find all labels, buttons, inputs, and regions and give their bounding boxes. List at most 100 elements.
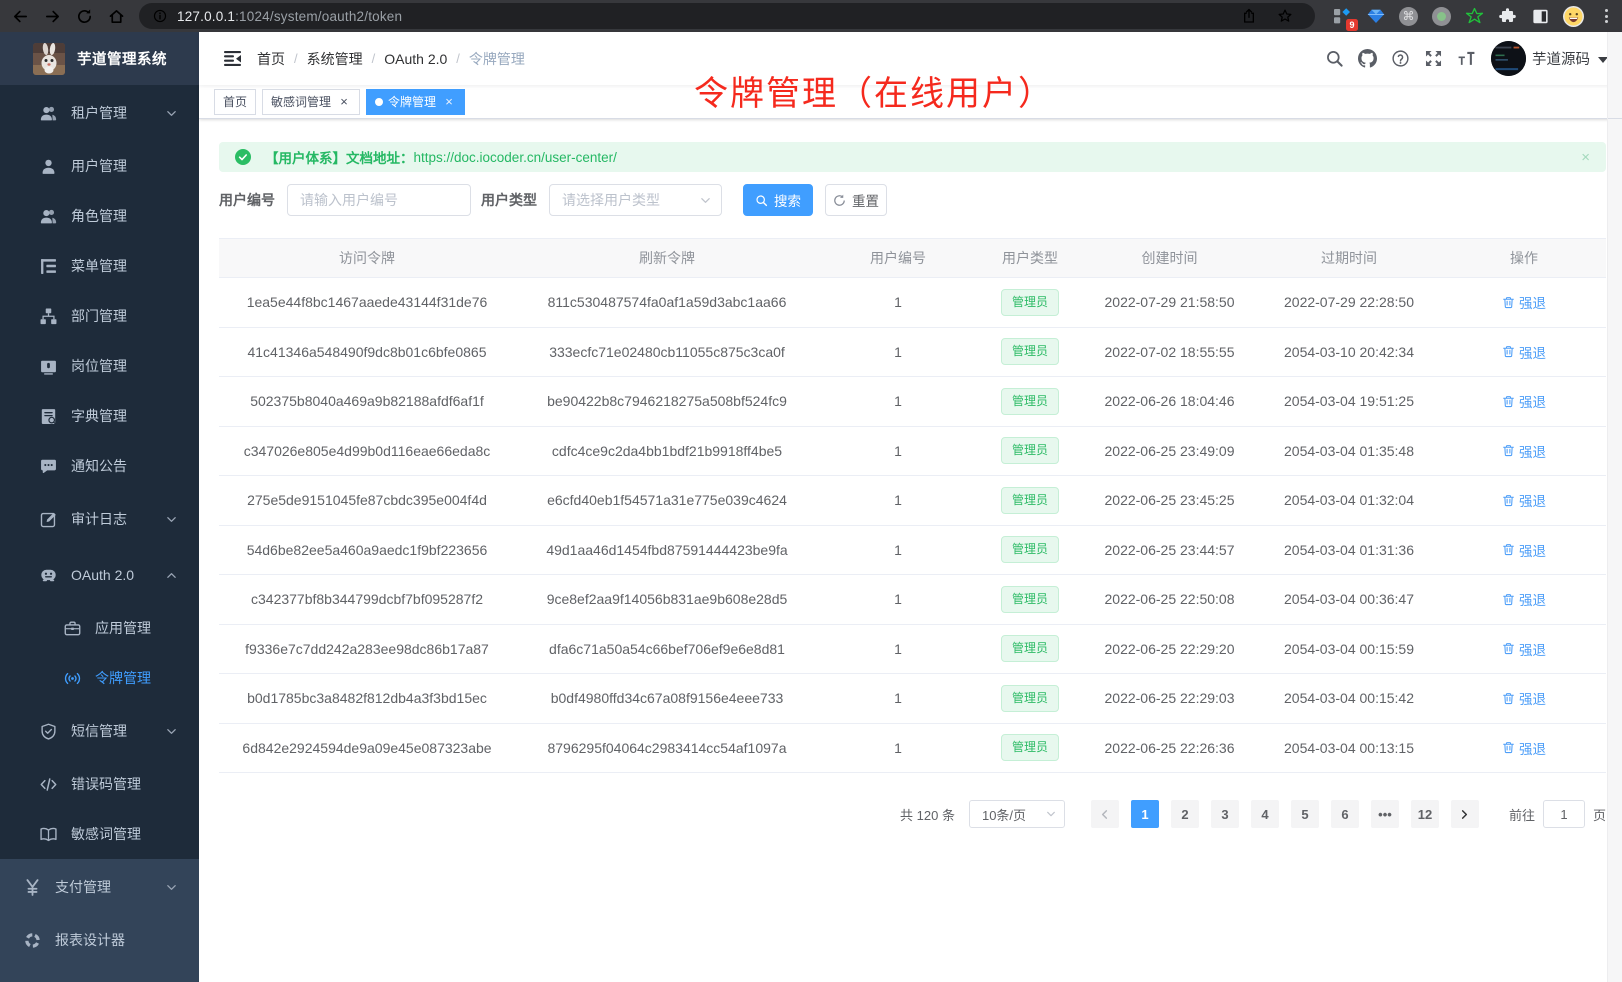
breadcrumb-item[interactable]: 首页 xyxy=(257,49,285,69)
sidebar-item-shield[interactable]: 短信管理 xyxy=(0,703,199,759)
extension-command-icon[interactable]: ⌘ xyxy=(1399,7,1418,26)
page-button-4[interactable]: 4 xyxy=(1251,800,1279,828)
force-logout-button[interactable]: 强退 xyxy=(1502,441,1546,461)
page-button-12[interactable]: 12 xyxy=(1411,800,1439,828)
cell-user-type: 管理员 xyxy=(977,338,1083,365)
sidebar-item-tree[interactable]: 部门管理 xyxy=(0,291,199,341)
force-logout-button[interactable]: 强退 xyxy=(1502,589,1546,609)
browser-back-icon[interactable] xyxy=(12,8,29,25)
extension-darkmode-icon[interactable] xyxy=(1531,7,1550,26)
goto-page-input[interactable] xyxy=(1543,800,1585,828)
sidebar-item-tree-table[interactable]: 菜单管理 xyxy=(0,241,199,291)
force-logout-button[interactable]: 强退 xyxy=(1502,490,1546,510)
extension-gem-icon[interactable] xyxy=(1366,7,1385,26)
force-logout-button[interactable]: 强退 xyxy=(1502,292,1546,312)
prev-page-button[interactable] xyxy=(1091,800,1119,828)
browser-home-icon[interactable] xyxy=(108,8,125,25)
site-info-icon[interactable] xyxy=(153,9,167,23)
sidebar-item-message[interactable]: 通知公告 xyxy=(0,441,199,491)
app-title: 芋道管理系统 xyxy=(77,48,167,69)
page-button-5[interactable]: 5 xyxy=(1291,800,1319,828)
sidebar-item-peoples[interactable]: 租户管理 xyxy=(0,85,199,141)
extension-recorder-icon[interactable] xyxy=(1432,7,1451,26)
app-icon xyxy=(64,620,81,637)
fullscreen-icon[interactable] xyxy=(1424,49,1443,68)
breadcrumb-item[interactable]: 系统管理 xyxy=(307,49,363,69)
cell-expires: 2054-03-04 19:51:25 xyxy=(1256,393,1442,409)
search-button[interactable]: 搜索 xyxy=(743,184,813,216)
sidebar-item-robot[interactable]: OAuth 2.0 xyxy=(0,547,199,603)
browser-reload-icon[interactable] xyxy=(76,8,93,25)
cell-action: 强退 xyxy=(1442,342,1606,362)
sidebar-item-code[interactable]: 错误码管理 xyxy=(0,759,199,809)
alert-link[interactable]: https://doc.iocoder.cn/user-center/ xyxy=(414,150,617,165)
share-icon[interactable] xyxy=(1241,8,1257,24)
help-icon[interactable] xyxy=(1391,49,1410,68)
force-logout-button[interactable]: 强退 xyxy=(1502,342,1546,362)
page-button-3[interactable]: 3 xyxy=(1211,800,1239,828)
tab-item[interactable]: 首页 xyxy=(214,89,256,115)
force-logout-button[interactable]: 强退 xyxy=(1502,688,1546,708)
extension-star-icon[interactable] xyxy=(1465,7,1484,26)
column-header: 刷新令牌 xyxy=(515,248,819,268)
post-icon xyxy=(40,358,57,375)
sidebar-item-yen[interactable]: 支付管理 xyxy=(0,859,199,915)
sidebar-item-dict[interactable]: 字典管理 xyxy=(0,391,199,441)
force-logout-button[interactable]: 强退 xyxy=(1502,391,1546,411)
alert-close-icon[interactable]: × xyxy=(1581,149,1590,166)
sidebar-item-log[interactable]: 审计日志 xyxy=(0,491,199,547)
sidebar-item-user[interactable]: 用户管理 xyxy=(0,141,199,191)
page-button-2[interactable]: 2 xyxy=(1171,800,1199,828)
hamburger-icon[interactable] xyxy=(199,51,257,66)
search-icon[interactable] xyxy=(1325,49,1344,68)
sidebar-item-peoples[interactable]: 角色管理 xyxy=(0,191,199,241)
extensions-puzzle-icon[interactable] xyxy=(1498,7,1517,26)
github-icon[interactable] xyxy=(1358,49,1377,68)
reset-button[interactable]: 重置 xyxy=(825,184,887,216)
address-bar[interactable]: 127.0.0.1:1024/system/oauth2/token xyxy=(139,3,1315,29)
breadcrumb-item[interactable]: OAuth 2.0 xyxy=(384,51,447,67)
browser-forward-icon[interactable] xyxy=(44,8,61,25)
tree-table-icon xyxy=(40,258,57,275)
delete-icon xyxy=(1502,642,1515,655)
extension-workona-icon[interactable]: 9 xyxy=(1333,7,1352,26)
force-logout-button[interactable]: 强退 xyxy=(1502,738,1546,758)
sidebar-item-label: 用户管理 xyxy=(71,156,127,176)
tab-active[interactable]: 令牌管理× xyxy=(366,89,465,115)
page-button-1[interactable]: 1 xyxy=(1131,800,1159,828)
tab-close-icon[interactable]: × xyxy=(442,95,456,109)
delete-icon xyxy=(1502,296,1515,309)
cell-expires: 2054-03-04 00:13:15 xyxy=(1256,740,1442,756)
force-logout-button[interactable]: 强退 xyxy=(1502,540,1546,560)
sidebar-item-token[interactable]: 令牌管理 xyxy=(0,653,199,703)
cell-action: 强退 xyxy=(1442,391,1606,411)
search-button-icon xyxy=(755,194,768,207)
sidebar-item-label: 岗位管理 xyxy=(71,356,127,376)
user-menu[interactable]: 芋道源码 xyxy=(1491,41,1608,76)
user-type-select[interactable]: 请选择用户类型 xyxy=(549,184,722,216)
table-header-row: 访问令牌刷新令牌用户编号用户类型创建时间过期时间操作 xyxy=(219,239,1606,278)
browser-menu-icon[interactable] xyxy=(1595,9,1618,23)
page-size-select[interactable]: 10条/页 xyxy=(969,800,1065,828)
cell-expires: 2054-03-10 20:42:34 xyxy=(1256,344,1442,360)
app-logo[interactable]: 芋道管理系统 xyxy=(0,32,199,85)
sidebar-item-app[interactable]: 应用管理 xyxy=(0,603,199,653)
bookmark-star-icon[interactable] xyxy=(1277,8,1293,24)
tab-close-icon[interactable]: × xyxy=(337,95,351,109)
page-button-6[interactable]: 6 xyxy=(1331,800,1359,828)
delete-icon xyxy=(1502,444,1515,457)
sidebar-item-report[interactable]: 报表设计器 xyxy=(0,915,199,965)
tab-item[interactable]: 敏感词管理× xyxy=(262,89,360,115)
fontsize-icon[interactable] xyxy=(1457,49,1476,68)
force-logout-button[interactable]: 强退 xyxy=(1502,639,1546,659)
browser-scrollbar[interactable] xyxy=(1607,32,1622,982)
chevron-down-icon xyxy=(166,108,177,119)
total-count: 共 120 条 xyxy=(900,805,955,824)
user-id-input[interactable] xyxy=(300,192,458,208)
next-page-button[interactable] xyxy=(1451,800,1479,828)
more-pages-button[interactable]: ••• xyxy=(1371,800,1399,828)
url-text[interactable]: 127.0.0.1:1024/system/oauth2/token xyxy=(177,9,402,24)
sidebar-item-book[interactable]: 敏感词管理 xyxy=(0,809,199,859)
sidebar-item-post[interactable]: 岗位管理 xyxy=(0,341,199,391)
browser-profile-avatar[interactable] xyxy=(1564,7,1583,26)
